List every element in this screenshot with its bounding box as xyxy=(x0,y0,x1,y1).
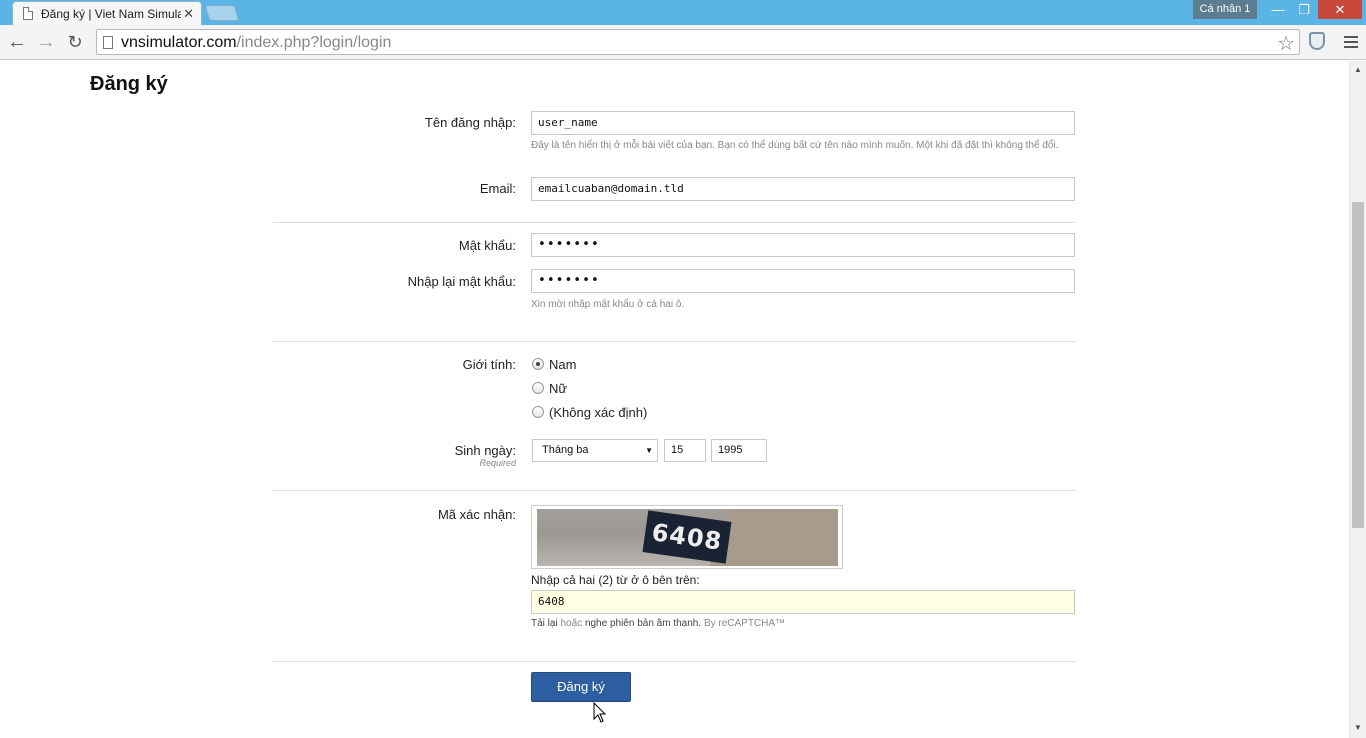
radio-icon[interactable] xyxy=(532,382,544,394)
star-icon[interactable]: ☆ xyxy=(1277,31,1295,56)
gender-radio-female[interactable]: Nữ xyxy=(532,381,567,396)
scrollbar[interactable]: ▲ ▼ xyxy=(1349,61,1366,738)
dropdown-arrow-icon: ▼ xyxy=(645,446,653,455)
tab-title: Đăng ký | Viet Nam Simulator xyxy=(41,7,181,21)
captcha-audio-link[interactable]: nghe phiên bản âm thanh. xyxy=(585,618,701,629)
scroll-down-icon[interactable]: ▼ xyxy=(1354,723,1362,732)
page-title: Đăng ký xyxy=(90,73,168,95)
divider xyxy=(273,341,1075,342)
page-content: Đăng ký Tên đăng nhập: user_name Đây là … xyxy=(0,61,1349,738)
tab-close-icon[interactable]: ✕ xyxy=(183,6,194,22)
radio-checked-icon[interactable] xyxy=(532,358,544,370)
password-input[interactable]: ••••••• xyxy=(531,233,1075,257)
birthday-label: Sinh ngày: xyxy=(454,443,516,458)
captcha-links: Tải lại hoặc nghe phiên bản âm thanh. By… xyxy=(531,618,785,629)
captcha-image: 6408 xyxy=(537,509,838,566)
gender-radio-male[interactable]: Nam xyxy=(532,357,576,372)
forward-icon[interactable]: → xyxy=(35,31,57,53)
profile-button[interactable]: Cá nhân 1 xyxy=(1193,0,1257,19)
divider xyxy=(273,661,1075,662)
password-label: Mật khẩu: xyxy=(458,238,516,253)
page-icon xyxy=(103,36,113,49)
minimize-icon[interactable]: — xyxy=(1265,0,1291,19)
restore-icon[interactable]: ❐ xyxy=(1291,0,1317,19)
password-confirm-label: Nhập lại mật khẩu: xyxy=(407,274,516,289)
new-tab-button[interactable] xyxy=(204,5,240,21)
username-label: Tên đăng nhập: xyxy=(424,115,516,130)
captcha-label: Mã xác nhận: xyxy=(437,507,516,522)
captcha-by-text: By reCAPTCHA™ xyxy=(703,618,786,629)
gender-label: Giới tính: xyxy=(462,357,516,372)
birthday-required: Required xyxy=(479,458,516,468)
captcha-box: 6408 xyxy=(531,505,843,569)
birthday-day-input[interactable]: 15 xyxy=(664,439,706,462)
username-input[interactable]: user_name xyxy=(531,111,1075,135)
password-hint: Xin mời nhập mật khẩu ở cả hai ô. xyxy=(531,299,685,310)
browser-tab[interactable]: Đăng ký | Viet Nam Simulator ✕ xyxy=(12,1,202,25)
username-hint: Đây là tên hiển thị ở mỗi bài viết của b… xyxy=(531,140,1059,151)
back-icon[interactable]: ← xyxy=(6,31,28,53)
email-input[interactable]: emailcuaban@domain.tld xyxy=(531,177,1075,201)
birthday-year-input[interactable]: 1995 xyxy=(711,439,767,462)
scroll-up-icon[interactable]: ▲ xyxy=(1354,65,1362,74)
email-label: Email: xyxy=(479,181,516,196)
password-confirm-input[interactable]: ••••••• xyxy=(531,269,1075,293)
browser-toolbar: ← → ↻ vnsimulator.com/index.php?login/lo… xyxy=(0,25,1366,60)
radio-icon[interactable] xyxy=(532,406,544,418)
menu-icon[interactable] xyxy=(1344,36,1358,51)
url-text[interactable]: vnsimulator.com/index.php?login/login xyxy=(121,34,391,52)
divider xyxy=(273,222,1075,223)
birthday-month-select[interactable]: Tháng ba ▼ xyxy=(532,439,658,462)
captcha-instruction: Nhập cả hai (2) từ ở ô bên trên: xyxy=(531,573,700,587)
scrollbar-thumb[interactable] xyxy=(1352,202,1364,528)
captcha-or-text: hoặc xyxy=(560,618,583,629)
reload-icon[interactable]: ↻ xyxy=(64,31,86,53)
register-button[interactable]: Đăng ký xyxy=(531,672,631,702)
page-icon xyxy=(23,7,33,20)
close-window-icon[interactable]: ✕ xyxy=(1318,0,1362,19)
extension-icon[interactable] xyxy=(1309,32,1325,50)
mouse-cursor-icon xyxy=(593,702,607,723)
gender-radio-unspecified[interactable]: (Không xác định) xyxy=(532,405,647,420)
captcha-input[interactable]: 6408 xyxy=(531,590,1075,614)
divider xyxy=(273,490,1075,491)
captcha-reload-link[interactable]: Tải lại xyxy=(531,618,558,629)
address-bar[interactable]: vnsimulator.com/index.php?login/login ☆ xyxy=(96,29,1300,55)
browser-titlebar: Đăng ký | Viet Nam Simulator ✕ Cá nhân 1… xyxy=(0,0,1366,25)
